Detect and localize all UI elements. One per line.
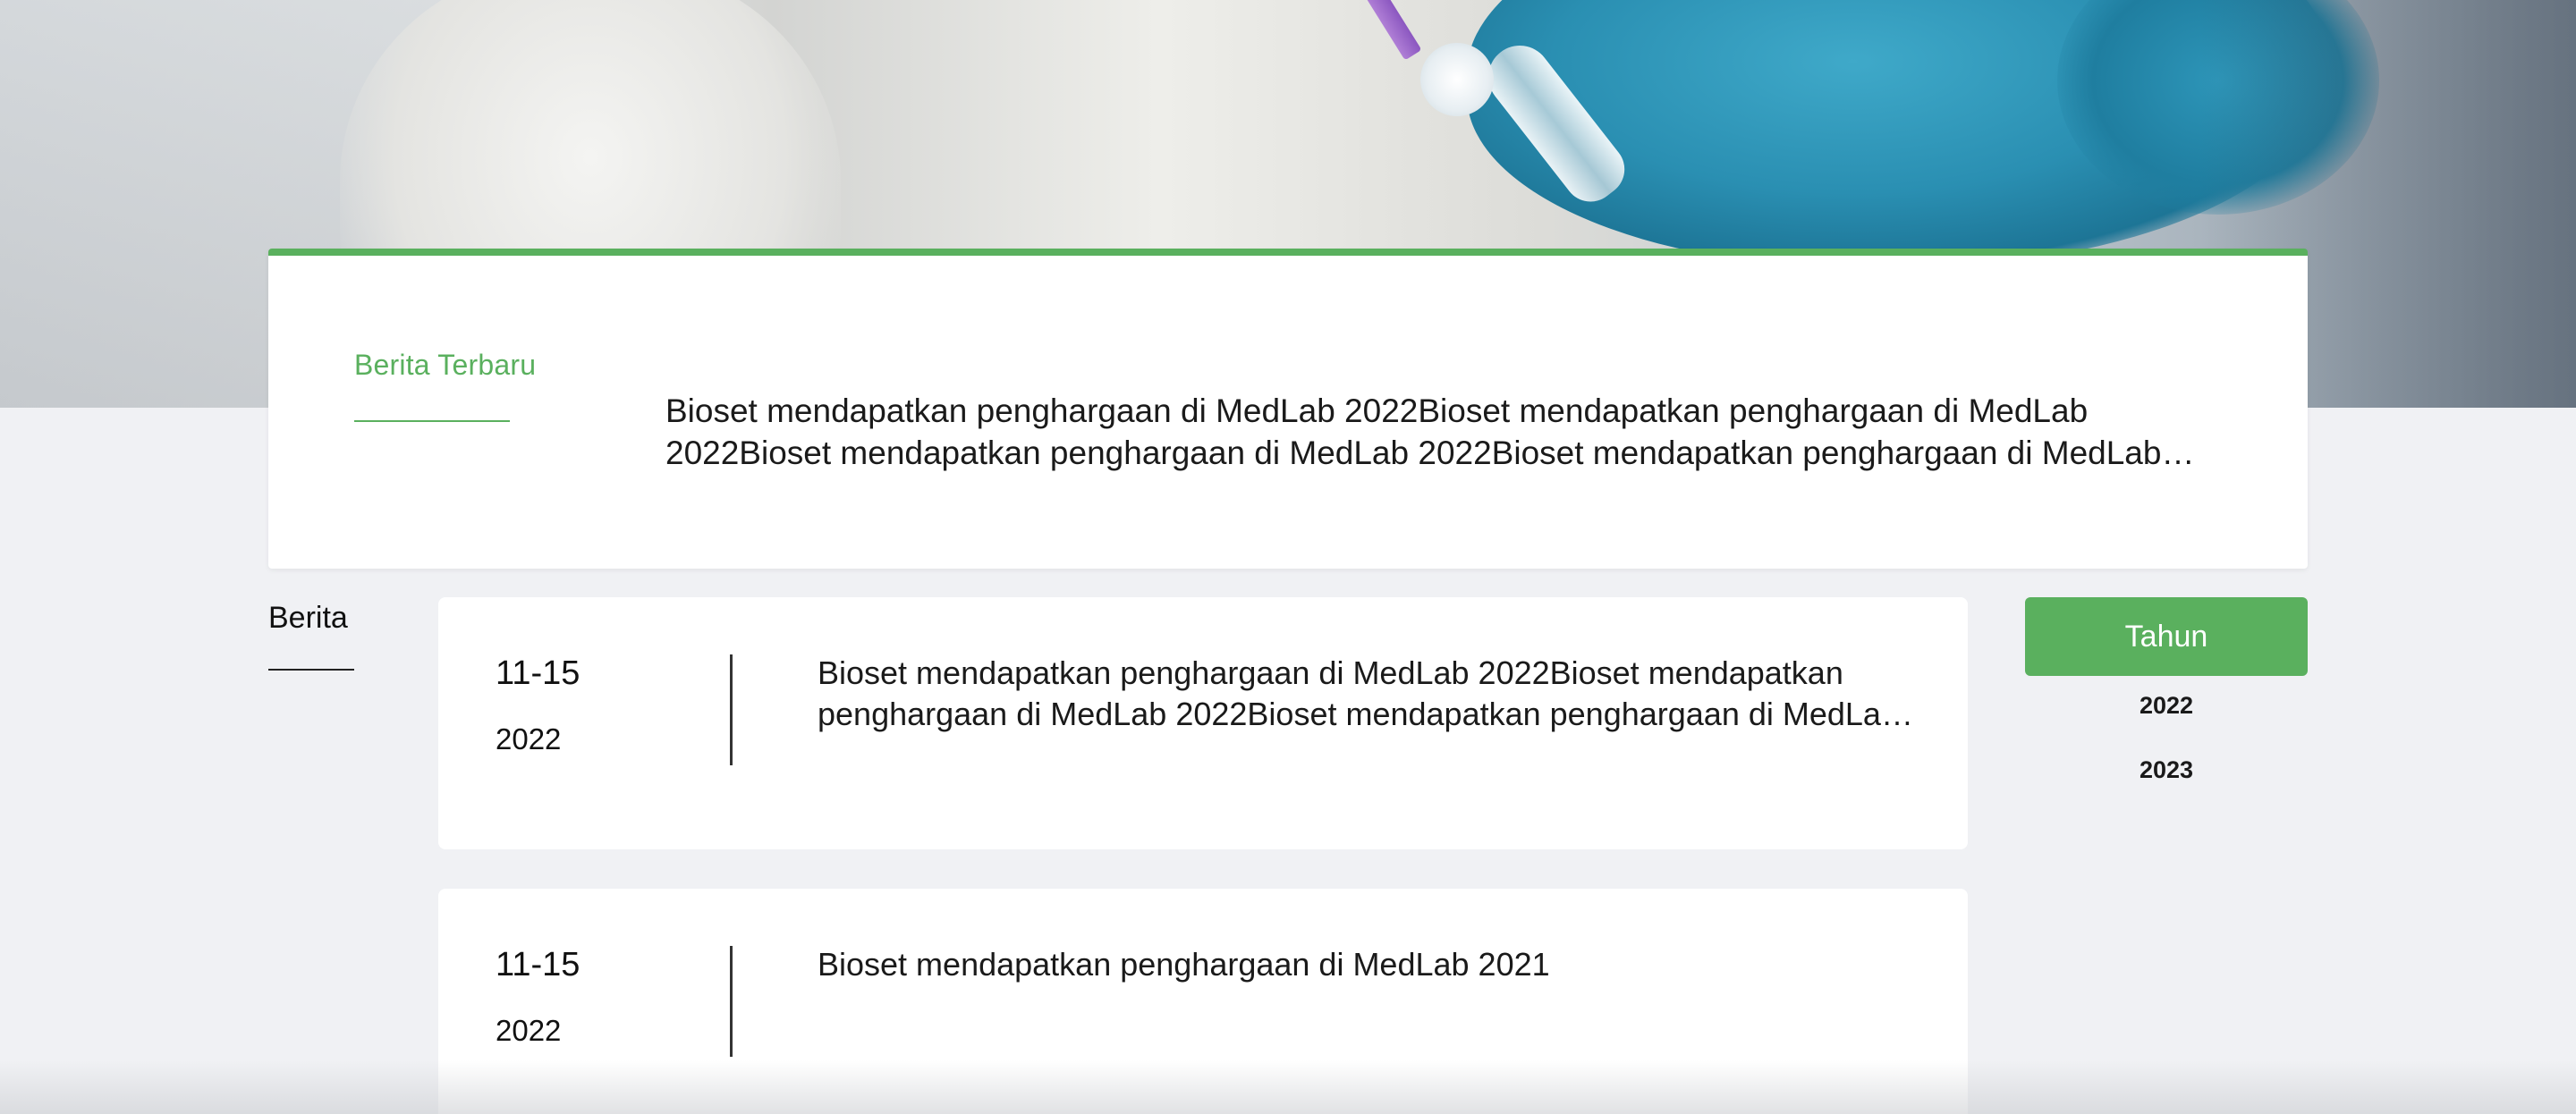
news-item-title[interactable]: Bioset mendapatkan penghargaan di MedLab…: [818, 944, 1927, 985]
hero-pipette: [1352, 0, 1422, 61]
latest-news-card[interactable]: Berita Terbaru Bioset mendapatkan pengha…: [268, 249, 2308, 569]
bottom-fade: [0, 1060, 2576, 1114]
news-section-title: Berita: [268, 601, 348, 635]
latest-news-label: Berita Terbaru: [354, 349, 537, 381]
latest-news-text[interactable]: Bioset mendapatkan penghargaan di MedLab…: [665, 390, 2222, 474]
news-item-year: 2022: [496, 722, 562, 755]
news-section-underline: [268, 669, 354, 671]
year-option-2023[interactable]: 2023: [2025, 756, 2308, 784]
hero-tube-cap: [1420, 43, 1494, 116]
year-filter-button[interactable]: Tahun: [2025, 597, 2308, 676]
news-item-date: 11-15: [496, 654, 580, 692]
year-option-2022[interactable]: 2022: [2025, 692, 2308, 720]
news-item[interactable]: 11-15 2022 Bioset mendapatkan penghargaa…: [438, 597, 1968, 849]
news-item-date: 11-15: [496, 946, 580, 983]
news-item-divider: [730, 946, 733, 1057]
news-item-year: 2022: [496, 1014, 562, 1047]
news-item-divider: [730, 654, 733, 765]
news-item-title[interactable]: Bioset mendapatkan penghargaan di MedLab…: [818, 653, 1927, 735]
latest-news-underline: [354, 420, 510, 422]
